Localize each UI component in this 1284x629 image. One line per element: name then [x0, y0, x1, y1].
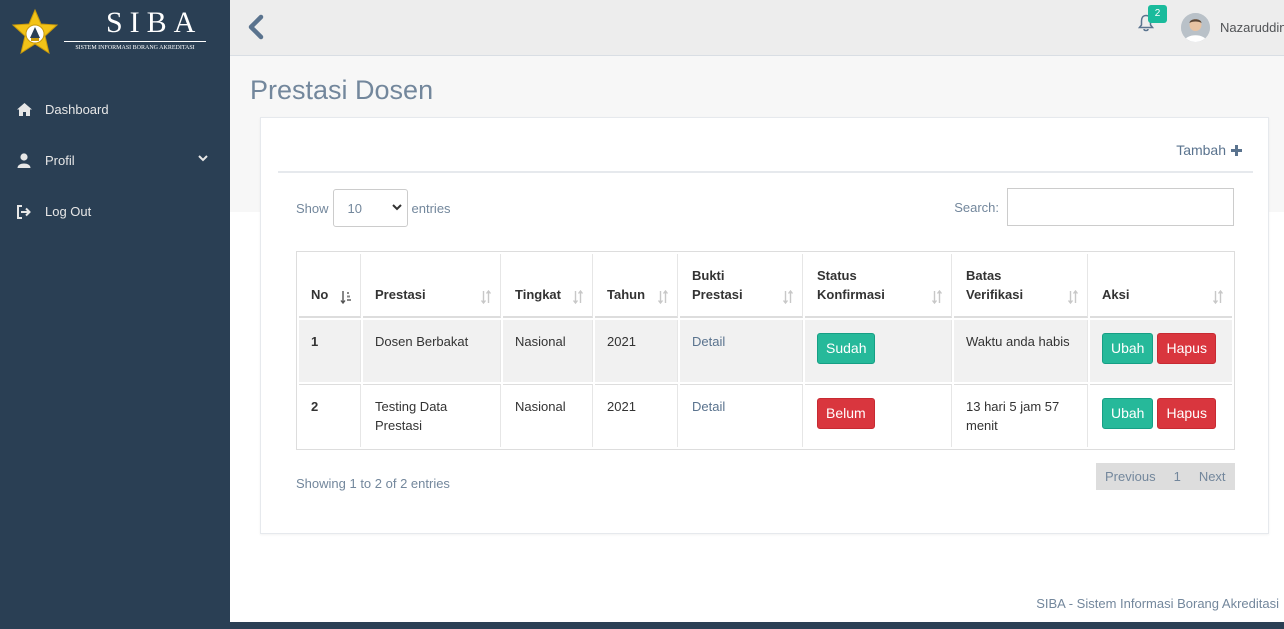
- status-sudah-button[interactable]: Sudah: [817, 333, 876, 364]
- column-header-label: No: [311, 287, 329, 302]
- brand-subtitle: SISTEM INFORMASI BORANG AKREDITASI: [75, 45, 195, 51]
- cell-tahun: 2021: [595, 320, 678, 382]
- sidebar: SIBA SISTEM INFORMASI BORANG AKREDITASI …: [0, 0, 230, 629]
- sidebar-item-label: Dashboard: [45, 102, 109, 117]
- cell-status: Sudah: [805, 320, 952, 382]
- sort-asc-icon: [340, 291, 351, 304]
- cell-aksi: Ubah Hapus: [1090, 320, 1232, 382]
- column-header-batas-verifikasi[interactable]: Batas Verifikasi: [954, 254, 1088, 318]
- column-header-label-line2: Verifikasi: [966, 287, 1024, 302]
- column-header-label: Tahun: [607, 287, 646, 302]
- column-header-label: Tingkat: [515, 287, 561, 302]
- notification-count-badge: 2: [1148, 5, 1167, 23]
- chevron-down-icon: [198, 155, 208, 162]
- brand-logo[interactable]: SIBA SISTEM INFORMASI BORANG AKREDITASI: [10, 6, 225, 58]
- sort-both-icon: [1067, 290, 1079, 304]
- column-header-tahun[interactable]: Tahun: [595, 254, 678, 318]
- cell-tingkat: Nasional: [503, 320, 593, 382]
- column-header-label-line1: Batas: [966, 268, 1002, 283]
- sort-both-icon: [1212, 290, 1224, 304]
- entries-label: entries: [411, 200, 451, 216]
- table-header-row: No Prestasi Tingkat Tahun Bukti Prestasi…: [299, 254, 1232, 318]
- sort-both-icon: [931, 290, 943, 304]
- column-header-label-line1: Status: [817, 268, 857, 283]
- page-title: Prestasi Dosen: [250, 75, 434, 105]
- detail-link[interactable]: Detail: [692, 334, 725, 349]
- sidebar-item-label: Profil: [45, 153, 75, 168]
- cell-prestasi: Dosen Berbakat: [363, 320, 501, 382]
- search-input[interactable]: [1007, 188, 1234, 226]
- sort-both-icon: [782, 290, 794, 304]
- detail-link[interactable]: Detail: [692, 399, 725, 414]
- panel-toolbar: Tambah: [278, 118, 1253, 173]
- search-label: Search:: [954, 199, 999, 215]
- cell-prestasi: Testing Data Prestasi: [363, 384, 501, 447]
- menu-toggle-chevron-left-icon[interactable]: [246, 14, 266, 40]
- footer-text: SIBA - Sistem Informasi Borang Akreditas…: [1036, 596, 1279, 611]
- cell-bukti: Detail: [680, 384, 803, 447]
- edit-button[interactable]: Ubah: [1102, 333, 1154, 364]
- add-button-label: Tambah: [1176, 142, 1226, 158]
- show-label: Show: [296, 200, 329, 216]
- cell-tahun: 2021: [595, 384, 678, 447]
- sort-both-icon: [480, 290, 492, 304]
- column-header-bukti-prestasi[interactable]: Bukti Prestasi: [680, 254, 803, 318]
- username-label[interactable]: Nazaruddin: [1220, 20, 1284, 35]
- sidebar-item-label: Log Out: [45, 204, 92, 219]
- column-header-no[interactable]: No: [299, 254, 361, 318]
- column-header-label: Aksi: [1102, 287, 1130, 302]
- pagination: Previous 1 Next: [1096, 463, 1235, 490]
- sidebar-item-dashboard[interactable]: Dashboard: [0, 84, 230, 135]
- table-row: 2 Testing Data Prestasi Nasional 2021 De…: [299, 384, 1232, 447]
- column-header-label-line2: Konfirmasi: [817, 287, 885, 302]
- prestasi-table: No Prestasi Tingkat Tahun Bukti Prestasi…: [296, 251, 1235, 450]
- edit-button[interactable]: Ubah: [1102, 398, 1154, 429]
- sidebar-item-logout[interactable]: Log Out: [0, 186, 230, 237]
- cell-tingkat: Nasional: [503, 384, 593, 447]
- cell-batas: Waktu anda habis: [954, 320, 1088, 382]
- chevron-down-icon: [391, 204, 402, 211]
- previous-page-button[interactable]: Previous: [1096, 463, 1165, 490]
- sort-both-icon: [572, 290, 584, 304]
- cell-no: 1: [299, 320, 361, 382]
- column-header-aksi[interactable]: Aksi: [1090, 254, 1232, 318]
- sign-out-icon: [15, 204, 33, 220]
- sidebar-item-profil[interactable]: Profil: [0, 135, 230, 186]
- table-search: Search:: [954, 188, 1234, 226]
- user-icon: [15, 153, 33, 169]
- sidebar-menu: Dashboard Profil Log Out: [0, 84, 230, 237]
- cell-batas: 13 hari 5 jam 57 menit: [954, 384, 1088, 447]
- delete-button[interactable]: Hapus: [1157, 398, 1216, 429]
- entries-length-control: Show 10 entries: [296, 189, 451, 227]
- column-header-status-konfirmasi[interactable]: Status Konfirmasi: [805, 254, 952, 318]
- column-header-label-line1: Bukti: [692, 268, 725, 283]
- content-panel: Tambah Show 10 entries Search: No Presta…: [260, 117, 1269, 534]
- delete-button[interactable]: Hapus: [1157, 333, 1216, 364]
- status-belum-button[interactable]: Belum: [817, 398, 875, 429]
- table-info: Showing 1 to 2 of 2 entries: [296, 476, 450, 491]
- page-1-button[interactable]: 1: [1165, 463, 1190, 490]
- entries-length-select[interactable]: 10: [332, 189, 408, 227]
- cell-bukti: Detail: [680, 320, 803, 382]
- main-content: 2 Nazaruddin Prestasi Dosen Tambah Show …: [230, 0, 1284, 622]
- column-header-label: Prestasi: [375, 287, 426, 302]
- column-header-label-line2: Prestasi: [692, 287, 743, 302]
- university-emblem-icon: [11, 8, 59, 55]
- plus-icon: [1231, 144, 1242, 156]
- cell-status: Belum: [805, 384, 952, 447]
- cell-aksi: Ubah Hapus: [1090, 384, 1232, 447]
- top-navbar: 2 Nazaruddin: [230, 0, 1284, 56]
- next-page-button[interactable]: Next: [1190, 463, 1235, 490]
- table-row: 1 Dosen Berbakat Nasional 2021 Detail Su…: [299, 320, 1232, 382]
- column-header-tingkat[interactable]: Tingkat: [503, 254, 593, 318]
- user-avatar[interactable]: [1181, 13, 1210, 42]
- add-button[interactable]: Tambah: [1176, 142, 1243, 158]
- sort-both-icon: [657, 290, 669, 304]
- home-icon: [15, 102, 33, 118]
- brand-divider: [64, 41, 206, 42]
- entries-length-value: 10: [347, 200, 362, 216]
- cell-no: 2: [299, 384, 361, 447]
- brand-title: SIBA: [106, 6, 203, 39]
- column-header-prestasi[interactable]: Prestasi: [363, 254, 501, 318]
